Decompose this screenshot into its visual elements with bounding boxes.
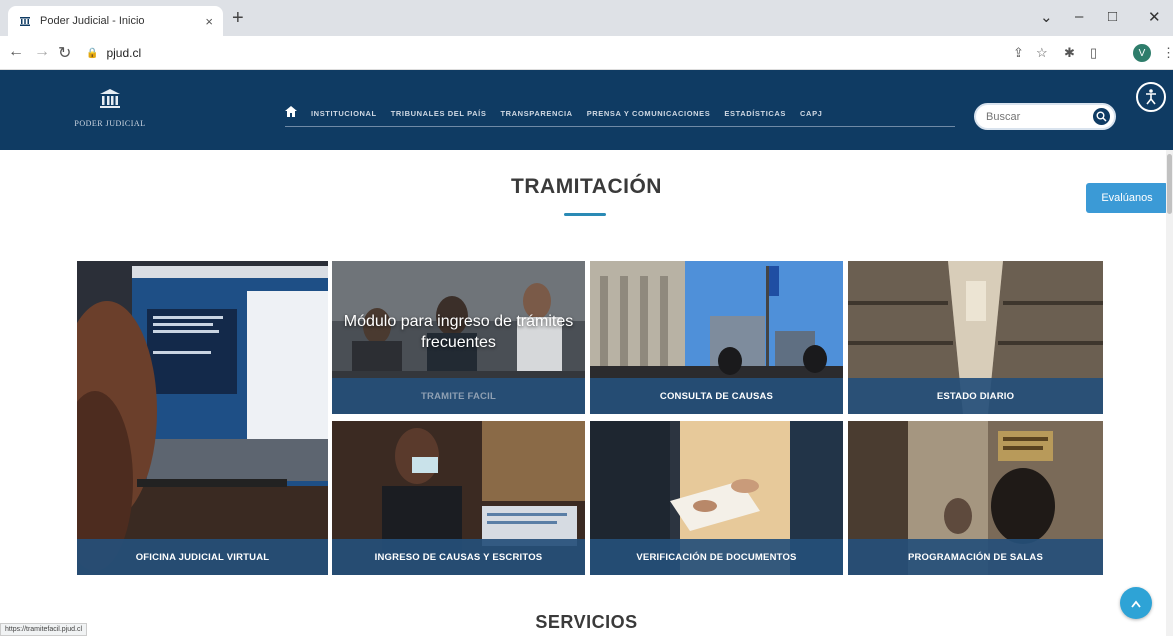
- scrollbar-thumb[interactable]: [1167, 154, 1172, 214]
- page-scrollbar[interactable]: [1166, 150, 1173, 636]
- lock-icon: 🔒: [86, 47, 99, 59]
- tile-caption: VERIFICACIÓN DE DOCUMENTOS: [590, 539, 843, 575]
- nav-item-prensa[interactable]: PRENSA Y COMUNICACIONES: [587, 109, 711, 118]
- oficina-virtual-photo: [77, 261, 328, 575]
- search-input[interactable]: [986, 110, 1086, 123]
- chevron-up-icon: [1131, 596, 1141, 611]
- tile-caption: OFICINA JUDICIAL VIRTUAL: [77, 539, 328, 575]
- tile-caption: CONSULTA DE CAUSAS: [590, 378, 843, 414]
- minimize-button[interactable]: –: [1075, 8, 1083, 25]
- main-nav: INSTITUCIONAL TRIBUNALES DEL PAÍS TRANSP…: [285, 103, 822, 123]
- search-box: [974, 103, 1116, 130]
- tile-overlay-text: Módulo para ingreso de trámites frecuent…: [343, 313, 574, 351]
- side-panel-icon[interactable]: ▯: [1090, 45, 1097, 61]
- section-title-servicios: SERVICIOS: [535, 612, 638, 632]
- browser-toolbar: ← → ↻ 🔒 pjud.cl ⇪ ☆ ✱ ▯ V ⋮: [0, 36, 1173, 70]
- accessibility-icon[interactable]: [1136, 82, 1166, 112]
- nav-item-estadisticas[interactable]: ESTADÍSTICAS: [724, 109, 786, 118]
- tile-oficina-judicial-virtual[interactable]: OFICINA JUDICIAL VIRTUAL: [77, 261, 328, 575]
- tile-tramite-facil[interactable]: Módulo para ingreso de trámites frecuent…: [332, 261, 585, 414]
- tile-estado-diario[interactable]: ESTADO DIARIO: [848, 261, 1103, 414]
- tile-consulta-de-causas[interactable]: CONSULTA DE CAUSAS: [590, 261, 843, 414]
- tile-programacion-de-salas[interactable]: PROGRAMACIÓN DE SALAS: [848, 421, 1103, 575]
- tab-close-icon[interactable]: ×: [205, 14, 213, 29]
- status-bar-url: https://tramitefacil.pjud.cl: [0, 623, 88, 636]
- tab-title: Poder Judicial - Inicio: [40, 15, 145, 27]
- address-bar[interactable]: 🔒 pjud.cl: [86, 41, 986, 65]
- logo-text: PODER JUDICIAL: [74, 119, 146, 128]
- columns-emblem-icon: [60, 88, 160, 115]
- tile-caption: TRAMITE FACIL: [332, 378, 585, 414]
- new-tab-button[interactable]: +: [232, 8, 244, 28]
- browser-menu-icon[interactable]: ⋮: [1162, 45, 1173, 61]
- nav-item-capj[interactable]: CAPJ: [800, 109, 822, 118]
- nav-underline: [285, 126, 955, 127]
- nav-item-institucional[interactable]: INSTITUCIONAL: [311, 109, 377, 118]
- home-icon[interactable]: [285, 106, 297, 120]
- nav-item-tribunales[interactable]: TRIBUNALES DEL PAÍS: [391, 109, 487, 118]
- nav-item-transparencia[interactable]: TRANSPARENCIA: [500, 109, 572, 118]
- tile-caption: INGRESO DE CAUSAS Y ESCRITOS: [332, 539, 585, 575]
- poder-judicial-favicon-icon: [18, 14, 32, 28]
- tile-verificacion-de-documentos[interactable]: VERIFICACIÓN DE DOCUMENTOS: [590, 421, 843, 575]
- title-underline: [564, 213, 606, 216]
- profile-avatar[interactable]: V: [1133, 44, 1151, 62]
- share-icon[interactable]: ⇪: [1013, 45, 1024, 61]
- browser-tab[interactable]: Poder Judicial - Inicio ×: [8, 6, 223, 36]
- section-title-tramitacion: TRAMITACIÓN: [511, 175, 662, 198]
- tile-caption: ESTADO DIARIO: [848, 378, 1103, 414]
- close-window-button[interactable]: ✕: [1148, 8, 1161, 26]
- scroll-to-top-button[interactable]: [1120, 587, 1152, 619]
- address-url: pjud.cl: [106, 46, 142, 60]
- bookmark-star-icon[interactable]: ☆: [1036, 45, 1048, 61]
- browser-tab-bar: Poder Judicial - Inicio × + ⌄ – □ ✕: [0, 0, 1173, 36]
- poder-judicial-logo[interactable]: PODER JUDICIAL: [60, 88, 160, 128]
- back-arrow-icon[interactable]: ←: [8, 43, 24, 61]
- extensions-puzzle-icon[interactable]: ✱: [1064, 45, 1075, 61]
- tile-caption: PROGRAMACIÓN DE SALAS: [848, 539, 1103, 575]
- tab-search-dropdown-icon[interactable]: ⌄: [1040, 8, 1053, 26]
- tile-ingreso-de-causas[interactable]: INGRESO DE CAUSAS Y ESCRITOS: [332, 421, 585, 575]
- forward-arrow-icon[interactable]: →: [34, 43, 50, 61]
- reload-icon[interactable]: ↻: [58, 43, 71, 63]
- search-icon[interactable]: [1091, 106, 1112, 127]
- evaluanos-button[interactable]: Evalúanos: [1086, 183, 1168, 213]
- site-header: PODER JUDICIAL INSTITUCIONAL TRIBUNALES …: [0, 70, 1173, 150]
- tramitacion-grid: OFICINA JUDICIAL VIRTUAL Módulo para ing…: [77, 261, 1103, 575]
- maximize-button[interactable]: □: [1108, 8, 1117, 25]
